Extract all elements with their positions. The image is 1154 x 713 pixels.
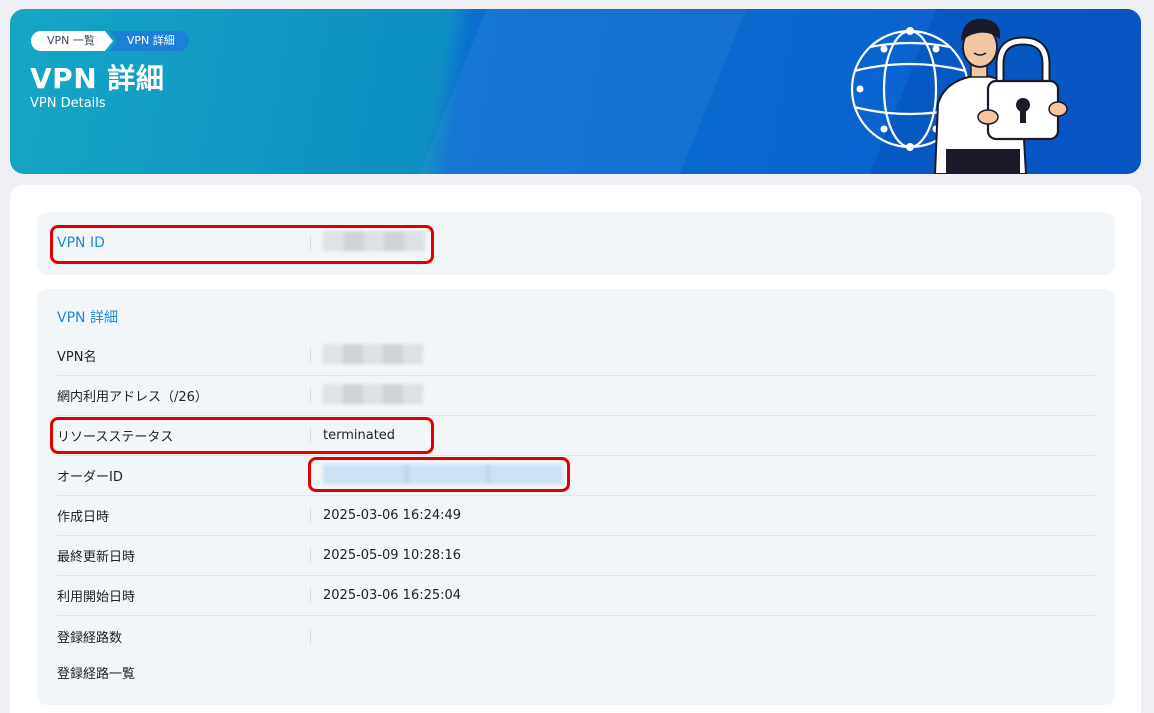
- detail-label: 利用開始日時: [57, 590, 136, 605]
- breadcrumb-item-vpn-detail: VPN 詳細: [108, 31, 189, 51]
- detail-row-vpn-name: VPN名: [57, 336, 1095, 376]
- detail-label: 登録経路数: [57, 630, 123, 646]
- detail-value: 2025-03-06 16:24:49: [323, 508, 462, 523]
- detail-label: オーダーID: [57, 470, 123, 485]
- detail-value: 2025-03-06 16:25:04: [323, 588, 462, 603]
- detail-label: 網内利用アドレス（/26）: [57, 390, 208, 405]
- detail-value[interactable]: [323, 463, 563, 488]
- redacted-link-value[interactable]: [323, 463, 563, 484]
- page: VPN 一覧 VPN 詳細 VPN 詳細 VPN Details VPN ID …: [0, 0, 1154, 713]
- person-with-globe-and-padlock-icon: [850, 18, 1068, 174]
- vpn-id-row: VPN ID: [57, 223, 1095, 263]
- detail-value: [323, 383, 423, 408]
- vpn-id-label: VPN ID: [57, 235, 105, 251]
- vpn-id-card: VPN ID: [37, 212, 1115, 275]
- detail-row-updated-at: 最終更新日時 2025-05-09 10:28:16: [57, 536, 1095, 576]
- breadcrumb-item-vpn-list[interactable]: VPN 一覧: [31, 31, 113, 51]
- page-title: VPN 詳細: [30, 62, 165, 95]
- vpn-id-value: [323, 231, 425, 255]
- detail-row-order-id: オーダーID: [57, 456, 1095, 496]
- redacted-value: [323, 383, 423, 404]
- section-title-vpn-detail: VPN 詳細: [57, 310, 118, 326]
- detail-row-route-list: 登録経路一覧: [57, 652, 1095, 692]
- breadcrumb: VPN 一覧 VPN 詳細: [31, 31, 189, 51]
- detail-label: VPN名: [57, 350, 97, 365]
- main-panel: VPN ID VPN 詳細 VPN名 網内利用アドレス（/26） リソースステー…: [10, 185, 1141, 713]
- redacted-value: [323, 343, 423, 364]
- detail-label: 作成日時: [57, 510, 110, 525]
- header-banner: VPN 一覧 VPN 詳細 VPN 詳細 VPN Details: [10, 9, 1141, 174]
- detail-row-route-count: 登録経路数: [57, 616, 1095, 656]
- vpn-detail-card: VPN 詳細 VPN名 網内利用アドレス（/26） リソースステータス term…: [37, 289, 1115, 705]
- detail-row-address: 網内利用アドレス（/26）: [57, 376, 1095, 416]
- detail-row-started-at: 利用開始日時 2025-03-06 16:25:04: [57, 576, 1095, 616]
- detail-label: リソースステータス: [57, 430, 174, 445]
- detail-row-resource-status: リソースステータス terminated: [57, 416, 1095, 456]
- detail-value: terminated: [323, 428, 396, 443]
- redacted-value: [323, 231, 425, 251]
- page-subtitle: VPN Details: [30, 96, 106, 111]
- detail-value: 2025-05-09 10:28:16: [323, 548, 462, 563]
- detail-label: 登録経路一覧: [57, 666, 136, 682]
- detail-value: [323, 343, 423, 368]
- detail-row-created-at: 作成日時 2025-03-06 16:24:49: [57, 496, 1095, 536]
- detail-label: 最終更新日時: [57, 550, 136, 565]
